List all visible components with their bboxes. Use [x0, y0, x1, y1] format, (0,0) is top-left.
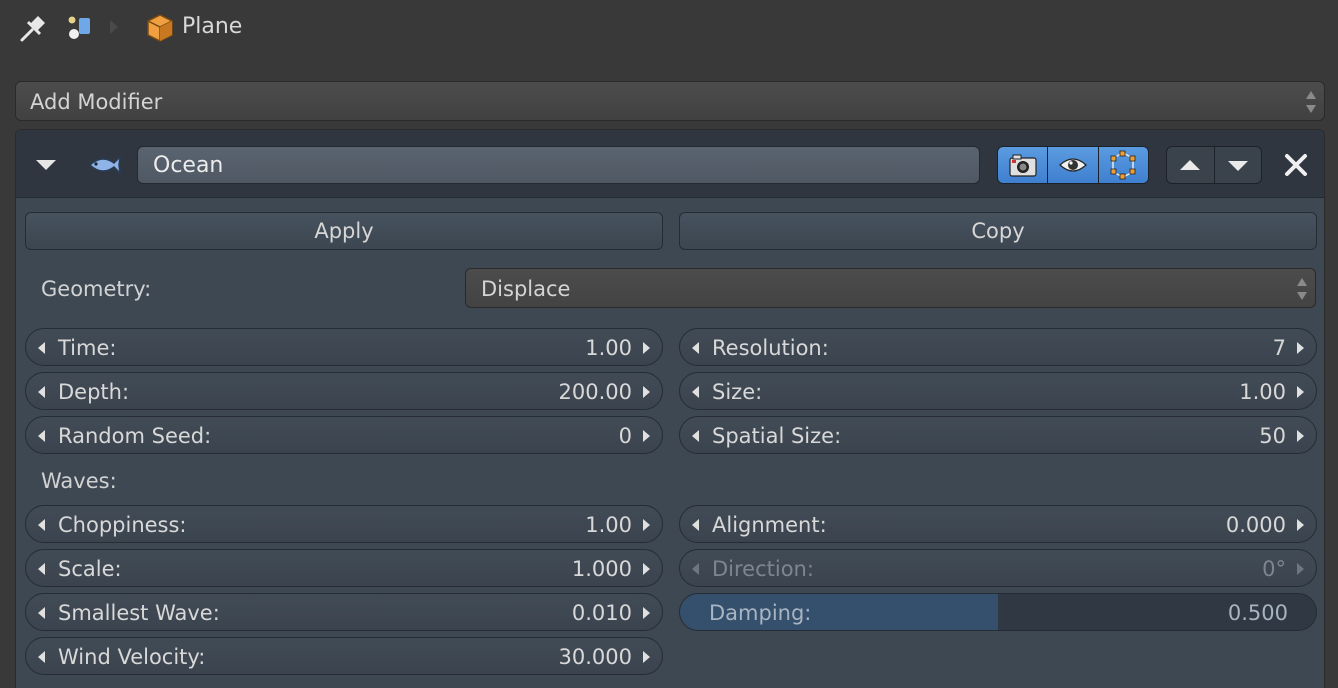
decrement-arrow-icon[interactable]: [38, 430, 45, 442]
increment-arrow-icon[interactable]: [1297, 519, 1304, 531]
field-value: 0.000: [1225, 513, 1286, 537]
increment-arrow-icon[interactable]: [1297, 430, 1304, 442]
decrement-arrow-icon[interactable]: [692, 342, 699, 354]
field-value: 0°: [1262, 557, 1286, 581]
camera-icon: [1009, 154, 1037, 177]
close-icon[interactable]: [1282, 151, 1310, 179]
decrement-arrow-icon[interactable]: [38, 519, 45, 531]
field-label: Spatial Size:: [712, 424, 842, 448]
ocean-modifier-icon: [88, 154, 122, 176]
field-label: Resolution:: [712, 336, 829, 360]
edit-mode-icon: [1110, 150, 1136, 180]
field-label: Choppiness:: [58, 513, 187, 537]
geometry-value: Displace: [481, 277, 571, 301]
collapse-icon[interactable]: [36, 160, 56, 170]
smallest-wave-field[interactable]: Smallest Wave: 0.010: [25, 593, 663, 631]
dropdown-arrows-icon: [1297, 275, 1307, 303]
modifier-name-value: Ocean: [153, 153, 224, 178]
apply-button[interactable]: Apply: [25, 212, 663, 250]
field-value: 0.010: [571, 601, 632, 625]
waves-section-label: Waves:: [41, 469, 117, 493]
decrement-arrow-icon[interactable]: [38, 563, 45, 575]
decrement-arrow-icon[interactable]: [38, 651, 45, 663]
field-value: 200.00: [558, 380, 632, 404]
move-modifier-buttons: [1166, 146, 1262, 184]
geometry-dropdown[interactable]: Displace: [465, 268, 1316, 308]
editmode-toggle[interactable]: [1098, 147, 1148, 183]
field-value: 50: [1259, 424, 1286, 448]
breadcrumb-separator-icon: [110, 20, 118, 34]
decrement-arrow-icon[interactable]: [692, 430, 699, 442]
properties-header: Plane: [0, 0, 1338, 60]
choppiness-field[interactable]: Choppiness: 1.00: [25, 505, 663, 543]
field-value: 0: [618, 424, 632, 448]
decrement-arrow-icon[interactable]: [38, 386, 45, 398]
modifier-name-field[interactable]: Ocean: [137, 146, 980, 184]
increment-arrow-icon[interactable]: [1297, 342, 1304, 354]
depth-field[interactable]: Depth: 200.00: [25, 372, 663, 410]
scale-field[interactable]: Scale: 1.000: [25, 549, 663, 587]
decrement-arrow-icon: [692, 563, 699, 575]
geometry-label: Geometry:: [41, 277, 152, 301]
increment-arrow-icon[interactable]: [1297, 386, 1304, 398]
field-value: 1.00: [585, 336, 632, 360]
pin-icon[interactable]: [18, 12, 48, 44]
field-value: 30.000: [558, 645, 632, 669]
decrement-arrow-icon[interactable]: [38, 607, 45, 619]
scene-icon: [67, 15, 90, 39]
increment-arrow-icon: [1297, 563, 1304, 575]
field-value: 1.00: [1239, 380, 1286, 404]
field-label: Depth:: [58, 380, 130, 404]
add-modifier-dropdown[interactable]: Add Modifier: [15, 81, 1325, 121]
field-label: Random Seed:: [58, 424, 212, 448]
time-field[interactable]: Time: 1.00: [25, 328, 663, 366]
increment-arrow-icon[interactable]: [643, 651, 650, 663]
size-field[interactable]: Size: 1.00: [679, 372, 1317, 410]
copy-button[interactable]: Copy: [679, 212, 1317, 250]
field-label: Time:: [58, 336, 117, 360]
field-value: 7: [1272, 336, 1286, 360]
eye-icon: [1059, 158, 1087, 172]
field-label: Alignment:: [712, 513, 827, 537]
alignment-field[interactable]: Alignment: 0.000: [679, 505, 1317, 543]
visibility-toggles: [997, 146, 1149, 184]
field-value: 1.000: [571, 557, 632, 581]
direction-field: Direction: 0°: [679, 549, 1317, 587]
dropdown-arrows-icon: [1306, 88, 1316, 116]
increment-arrow-icon[interactable]: [643, 386, 650, 398]
random-seed-field[interactable]: Random Seed: 0: [25, 416, 663, 454]
increment-arrow-icon[interactable]: [643, 607, 650, 619]
field-value: 1.00: [585, 513, 632, 537]
increment-arrow-icon[interactable]: [643, 342, 650, 354]
add-modifier-label: Add Modifier: [30, 90, 163, 114]
resolution-field[interactable]: Resolution: 7: [679, 328, 1317, 366]
field-label: Smallest Wave:: [58, 601, 220, 625]
increment-arrow-icon[interactable]: [643, 563, 650, 575]
object-name: Plane: [182, 14, 243, 39]
field-label: Scale:: [58, 557, 122, 581]
field-label: Damping:: [709, 601, 812, 625]
field-value: 0.500: [1227, 601, 1288, 625]
increment-arrow-icon[interactable]: [643, 430, 650, 442]
damping-slider[interactable]: Damping: 0.500: [679, 593, 1317, 631]
render-toggle[interactable]: [998, 147, 1049, 183]
field-label: Wind Velocity:: [58, 645, 206, 669]
field-label: Direction:: [712, 557, 814, 581]
wind-velocity-field[interactable]: Wind Velocity: 30.000: [25, 637, 663, 675]
decrement-arrow-icon[interactable]: [38, 342, 45, 354]
viewport-toggle[interactable]: [1048, 147, 1099, 183]
increment-arrow-icon[interactable]: [643, 519, 650, 531]
field-label: Size:: [712, 380, 763, 404]
decrement-arrow-icon[interactable]: [692, 519, 699, 531]
spatial-size-field[interactable]: Spatial Size: 50: [679, 416, 1317, 454]
move-down-button[interactable]: [1215, 147, 1262, 183]
ocean-modifier-panel: Ocean Apply Copy Geometry: Displace Time…: [15, 129, 1325, 688]
move-up-button[interactable]: [1167, 147, 1215, 183]
decrement-arrow-icon[interactable]: [692, 386, 699, 398]
cube-object-icon: [147, 14, 173, 42]
modifier-header: Ocean: [16, 130, 1324, 198]
